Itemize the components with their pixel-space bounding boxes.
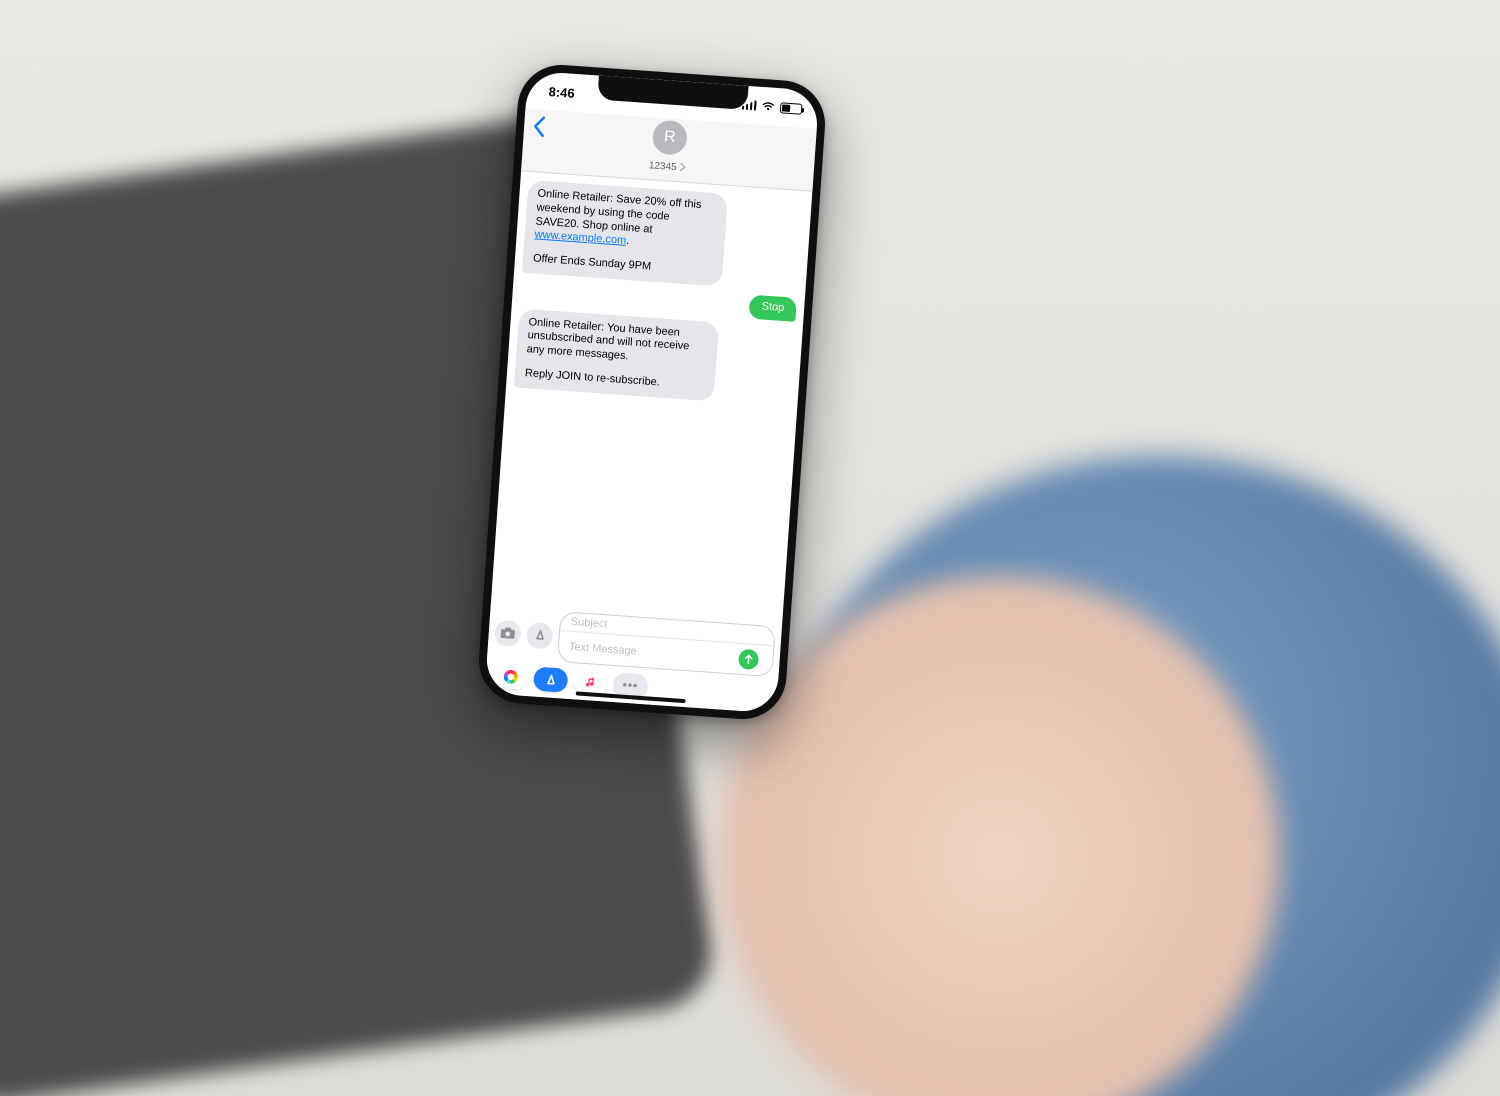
contact-name: 12345	[648, 160, 677, 173]
wifi-icon	[761, 101, 776, 112]
subject-placeholder: Subject	[570, 616, 607, 631]
status-time: 8:46	[548, 84, 575, 101]
phone-frame: 8:46	[476, 62, 828, 722]
contact-name-row[interactable]: 12345	[648, 160, 687, 175]
send-button[interactable]	[738, 649, 759, 670]
battery-icon	[780, 102, 803, 115]
camera-button[interactable]	[494, 619, 522, 647]
message-input[interactable]: Text Message	[569, 641, 638, 658]
chevron-right-icon	[679, 162, 687, 174]
appstore-app-icon[interactable]	[533, 666, 569, 692]
message-incoming[interactable]: Online Retailer: Save 20% off this weeke…	[522, 180, 728, 286]
message-text: Online Retailer: Save 20% off this weeke…	[535, 188, 702, 236]
message-text: Stop	[761, 300, 784, 314]
back-button[interactable]	[531, 115, 547, 143]
message-text: Reply JOIN to re-subscribe.	[524, 367, 705, 393]
avatar-letter: R	[663, 128, 676, 147]
compose-area: Subject Text Message	[485, 602, 783, 713]
message-text: Online Retailer: You have been unsubscri…	[526, 316, 708, 370]
message-text: Offer Ends Sunday 9PM	[532, 252, 713, 278]
message-text: .	[626, 235, 630, 247]
message-outgoing[interactable]: Stop	[749, 294, 797, 321]
contact-avatar[interactable]: R	[652, 119, 688, 155]
photos-app-icon[interactable]	[493, 664, 529, 690]
conversation-thread[interactable]: Online Retailer: Save 20% off this weeke…	[491, 171, 812, 623]
app-store-button[interactable]	[526, 621, 554, 649]
message-placeholder: Text Message	[569, 641, 638, 658]
message-incoming[interactable]: Online Retailer: You have been unsubscri…	[514, 308, 719, 401]
